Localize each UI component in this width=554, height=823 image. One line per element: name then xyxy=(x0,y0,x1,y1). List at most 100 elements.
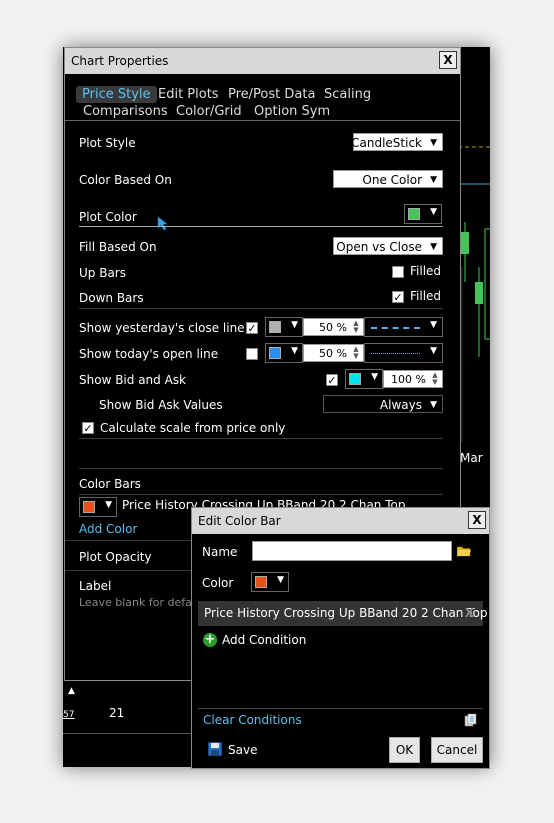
scroll-up-icon[interactable]: ▲ xyxy=(68,686,75,696)
name-label: Name xyxy=(202,545,238,559)
label-field-label: Label xyxy=(79,579,112,593)
plot-opacity-label: Plot Opacity xyxy=(79,550,152,564)
fill-based-on-value: Open vs Close xyxy=(336,240,422,254)
down-bars-checkbox[interactable]: ✓ xyxy=(392,291,404,303)
clear-conditions-link[interactable]: Clear Conditions xyxy=(203,713,302,727)
spinner-icon[interactable]: ▲ ▼ xyxy=(350,346,362,360)
color-based-on-label: Color Based On xyxy=(79,173,172,187)
bid-ask-color-picker[interactable]: ▼ xyxy=(345,369,383,389)
add-condition-link[interactable]: Add Condition xyxy=(222,633,306,647)
plot-style-dropdown[interactable]: CandleStick ▼ xyxy=(351,133,443,151)
color-swatch xyxy=(349,373,361,385)
chevron-down-icon: ▼ xyxy=(430,346,437,356)
bid-ask-values-label: Show Bid Ask Values xyxy=(99,398,223,412)
bid-ask-values-dropdown[interactable]: Always ▼ xyxy=(323,395,443,413)
up-bars-label: Up Bars xyxy=(79,266,126,280)
dashed-line-icon xyxy=(371,327,420,329)
plot-style-label: Plot Style xyxy=(79,136,136,150)
up-bars-checkbox[interactable] xyxy=(392,266,404,278)
color-bars-label: Color Bars xyxy=(79,477,141,491)
tab-scaling[interactable]: Scaling xyxy=(324,87,371,102)
plot-style-value: CandleStick xyxy=(351,136,422,150)
yesterday-close-opacity-stepper[interactable]: 50 % ▲ ▼ xyxy=(303,318,364,336)
bid-ask-opacity-stepper[interactable]: 100 % ▲ ▼ xyxy=(383,370,443,388)
dialog-titlebar[interactable]: Edit Color Bar X xyxy=(192,508,489,534)
color-swatch xyxy=(269,347,281,359)
add-color-link[interactable]: Add Color xyxy=(79,522,137,536)
ok-button[interactable]: OK xyxy=(389,737,420,763)
today-open-line-style[interactable]: ▼ xyxy=(364,343,443,363)
plus-icon[interactable]: + xyxy=(203,633,217,647)
candle xyxy=(484,228,490,340)
dialog-titlebar[interactable]: Chart Properties X xyxy=(65,48,460,74)
tab-price-style[interactable]: Price Style xyxy=(76,86,157,103)
yesterday-close-checkbox[interactable]: ✓ xyxy=(246,322,258,334)
month-label: Mar xyxy=(460,451,483,465)
today-open-checkbox[interactable] xyxy=(246,348,258,360)
chevron-down-icon: ▼ xyxy=(430,320,437,330)
color-picker[interactable]: ▼ xyxy=(251,572,289,592)
dialog-title: Chart Properties xyxy=(71,54,169,68)
close-button[interactable]: X xyxy=(439,51,457,69)
edit-color-bar-dialog: Edit Color Bar X Name Color ▼ Price Hist… xyxy=(191,507,490,769)
fill-based-on-dropdown[interactable]: Open vs Close ▼ xyxy=(333,237,443,255)
bid-ask-checkbox[interactable]: ✓ xyxy=(326,374,338,386)
dialog-title: Edit Color Bar xyxy=(198,514,281,528)
divider xyxy=(79,468,443,469)
color-swatch xyxy=(408,208,420,220)
yesterday-close-color-picker[interactable]: ▼ xyxy=(265,317,303,337)
spinner-icon[interactable]: ▲ ▼ xyxy=(429,372,441,386)
yesterday-close-label: Show yesterday's close line xyxy=(79,321,245,335)
today-open-opacity-stepper[interactable]: 50 % ▲ ▼ xyxy=(303,344,364,362)
plot-color-picker[interactable]: ▼ xyxy=(404,204,442,224)
bid-ask-label: Show Bid and Ask xyxy=(79,373,186,387)
divider xyxy=(79,438,443,439)
close-button[interactable]: X xyxy=(468,511,486,529)
divider xyxy=(79,308,443,309)
save-button[interactable]: Save xyxy=(228,743,257,757)
spinner-icon[interactable]: ▲ ▼ xyxy=(350,320,362,334)
copy-icon[interactable] xyxy=(464,713,478,727)
opacity-value: 100 % xyxy=(391,373,426,386)
down-bars-label: Down Bars xyxy=(79,291,144,305)
chevron-down-icon: ▼ xyxy=(291,346,298,356)
color-based-on-dropdown[interactable]: One Color ▼ xyxy=(333,170,443,188)
chevron-down-icon: ▼ xyxy=(430,175,437,185)
tab-edit-plots[interactable]: Edit Plots xyxy=(158,87,219,102)
up-bars-filled-label: Filled xyxy=(410,264,442,278)
chevron-down-icon: ▼ xyxy=(105,500,112,510)
tab-option-sym[interactable]: Option Sym xyxy=(254,104,330,119)
color-bar-color-picker[interactable]: ▼ xyxy=(79,497,117,517)
name-value xyxy=(253,542,256,556)
today-open-label: Show today's open line xyxy=(79,347,219,361)
plot-color-label: Plot Color xyxy=(79,210,137,224)
chevron-down-icon: ▼ xyxy=(430,138,437,148)
yesterday-close-line-style[interactable]: ▼ xyxy=(364,317,443,337)
calc-scale-checkbox[interactable]: ✓ xyxy=(82,422,94,434)
name-input[interactable] xyxy=(252,541,452,561)
down-bars-filled-label: Filled xyxy=(410,289,442,303)
chevron-down-icon: ▼ xyxy=(430,242,437,252)
time-tick: 21 xyxy=(109,706,125,720)
chevron-down-icon: ▼ xyxy=(371,372,378,382)
condition-row[interactable]: Price History Crossing Up BBand 20 2 Cha… xyxy=(198,601,487,626)
chevron-down-icon: ▼ xyxy=(430,207,437,217)
today-open-color-picker[interactable]: ▼ xyxy=(265,343,303,363)
tab-pre-post-data[interactable]: Pre/Post Data xyxy=(228,87,315,102)
fill-based-on-label: Fill Based On xyxy=(79,240,157,254)
save-icon[interactable] xyxy=(208,742,222,756)
label-field-hint: Leave blank for defau xyxy=(79,596,199,609)
calc-scale-label: Calculate scale from price only xyxy=(100,421,286,435)
tab-color-grid[interactable]: Color/Grid xyxy=(176,104,242,119)
folder-icon[interactable] xyxy=(457,545,471,557)
time-tick: 57 xyxy=(63,710,75,720)
dotted-line-icon xyxy=(371,353,420,354)
chevron-down-icon: ▼ xyxy=(430,400,437,410)
color-based-on-value: One Color xyxy=(362,173,422,187)
bid-ask-values-value: Always xyxy=(379,398,422,412)
condition-text: Price History Crossing Up BBand 20 2 Cha… xyxy=(204,606,488,620)
tab-comparisons[interactable]: Comparisons xyxy=(83,104,168,119)
cancel-button[interactable]: Cancel xyxy=(431,737,483,763)
divider xyxy=(63,733,193,734)
remove-condition-button[interactable]: X xyxy=(465,606,474,620)
